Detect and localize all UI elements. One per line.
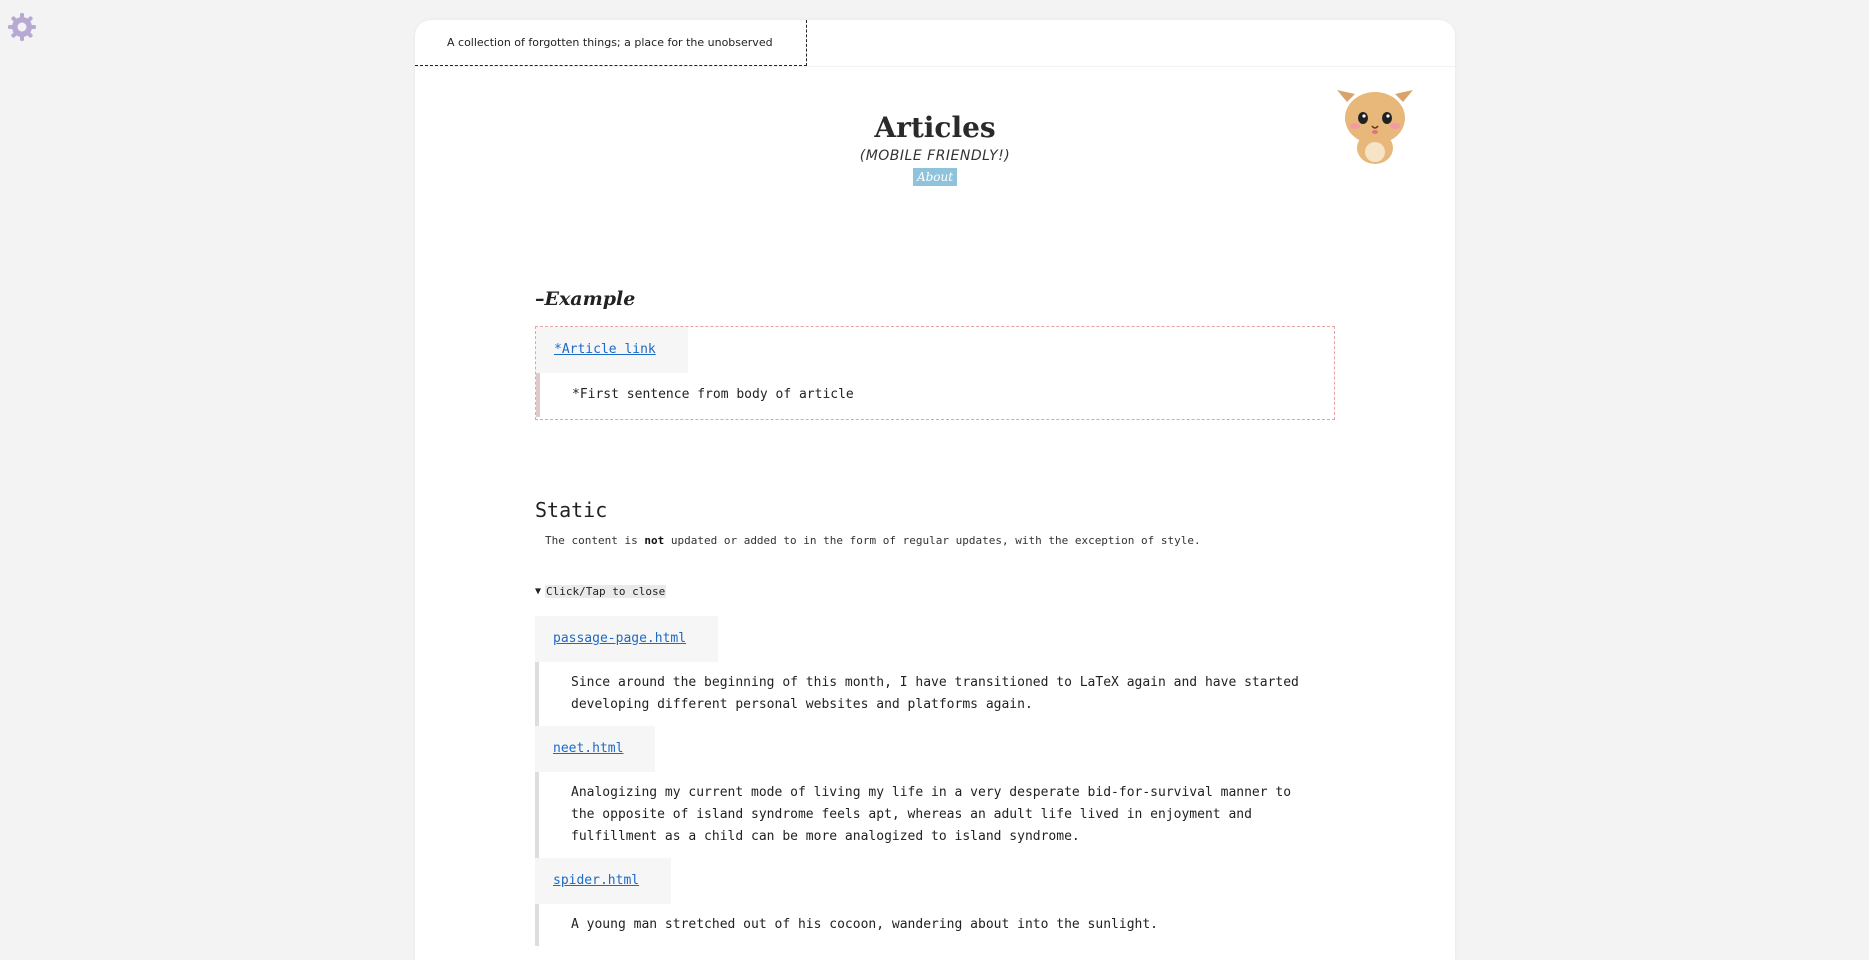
example-box: *Article link *First sentence from body … xyxy=(535,326,1335,420)
static-desc-bold: not xyxy=(644,534,665,547)
article-link[interactable]: neet.html xyxy=(553,741,623,756)
article-link-pill: neet.html xyxy=(535,726,656,772)
example-link-pill: *Article link xyxy=(536,327,688,373)
triangle-down-icon: ▼ xyxy=(535,586,542,597)
article-excerpt: A young man stretched out of his cocoon,… xyxy=(535,904,1311,946)
example-first-sentence: *First sentence from body of article xyxy=(536,373,1334,417)
example-first-sentence-text: *First sentence from body of article xyxy=(572,387,854,402)
article-link[interactable]: passage-page.html xyxy=(553,631,686,646)
article-list: passage-page.html Since around the begin… xyxy=(535,616,1335,946)
settings-gear-icon[interactable] xyxy=(6,11,38,43)
example-heading: –Example xyxy=(535,288,636,310)
article-item: neet.html Analogizing my current mode of… xyxy=(535,726,1335,858)
article-item: spider.html A young man stretched out of… xyxy=(535,858,1335,946)
static-description: The content is not updated or added to i… xyxy=(545,534,1335,547)
static-heading: Static xyxy=(535,498,608,522)
static-desc-before: The content is xyxy=(545,534,638,547)
article-item: passage-page.html Since around the begin… xyxy=(535,616,1335,726)
about-link[interactable]: About xyxy=(912,168,958,186)
puppy-mascot-image xyxy=(1337,90,1413,164)
article-excerpt: Analogizing my current mode of living my… xyxy=(535,772,1311,858)
article-link-pill: spider.html xyxy=(535,858,672,904)
static-desc-after: updated or added to in the form of regul… xyxy=(670,534,1201,547)
page-title: Articles xyxy=(874,111,996,144)
page-subtitle: (MOBILE FRIENDLY!) xyxy=(859,148,1011,164)
page-header: Articles (MOBILE FRIENDLY!) About xyxy=(415,90,1455,186)
site-tagline: A collection of forgotten things; a plac… xyxy=(415,20,807,66)
tagline-bar: A collection of forgotten things; a plac… xyxy=(415,20,1455,67)
details-toggle[interactable]: ▼ Click/Tap to close xyxy=(535,585,667,598)
example-article-link[interactable]: *Article link xyxy=(554,342,656,357)
article-link-pill: passage-page.html xyxy=(535,616,719,662)
article-excerpt: Since around the beginning of this month… xyxy=(535,662,1311,726)
page-card: A collection of forgotten things; a plac… xyxy=(415,20,1455,960)
article-link[interactable]: spider.html xyxy=(553,873,639,888)
main-content: –Example *Article link *First sentence f… xyxy=(535,288,1335,946)
details-toggle-label: Click/Tap to close xyxy=(545,585,667,598)
